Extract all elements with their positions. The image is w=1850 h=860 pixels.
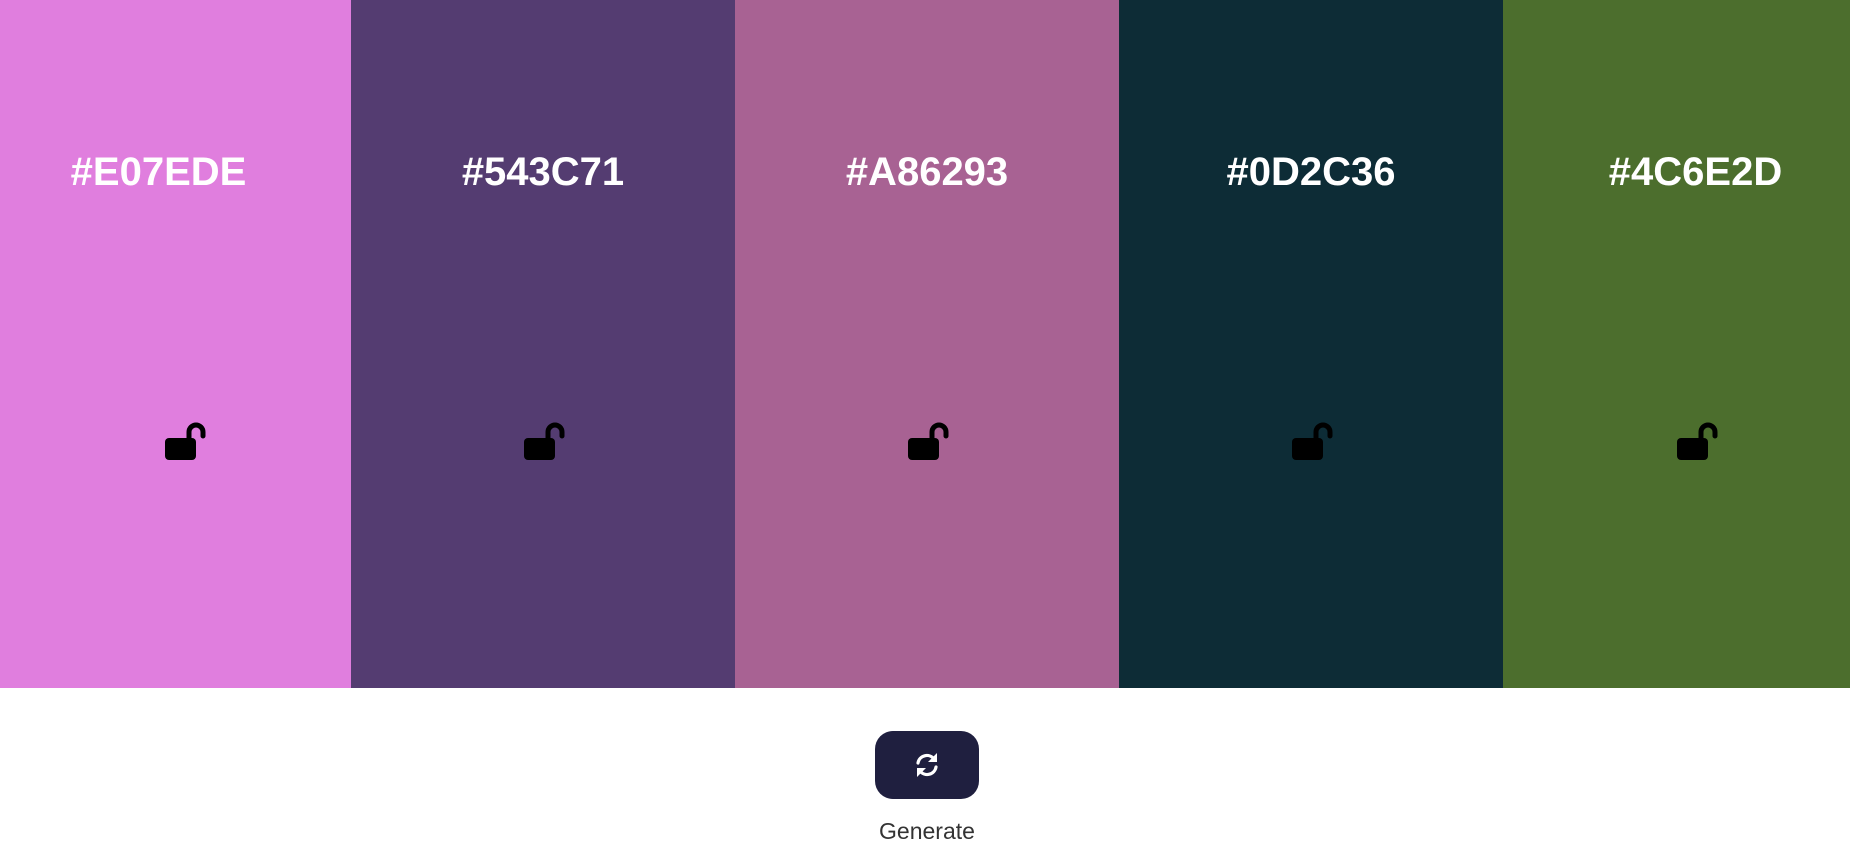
hex-code-label[interactable]: #4C6E2D: [1503, 148, 1850, 196]
hex-code-label[interactable]: #543C71: [351, 148, 735, 196]
generate-label: Generate: [879, 818, 975, 844]
hex-code-label[interactable]: #E07EDE: [0, 148, 351, 196]
lock-toggle-button[interactable]: [159, 418, 209, 468]
lock-toggle-button[interactable]: [1671, 418, 1721, 468]
color-palette: #E07EDE #543C71 #A86293 #0D2C36 #4C6E2D: [0, 0, 1850, 688]
color-swatch-3[interactable]: #A86293: [735, 0, 1119, 688]
color-swatch-5[interactable]: #4C6E2D: [1503, 0, 1850, 688]
generate-area: Generate: [0, 688, 1850, 860]
hex-code-label[interactable]: #0D2C36: [1119, 148, 1503, 196]
generate-button[interactable]: [875, 731, 979, 799]
lock-toggle-button[interactable]: [1286, 418, 1336, 468]
color-swatch-4[interactable]: #0D2C36: [1119, 0, 1503, 688]
unlocked-padlock-icon: [164, 422, 205, 460]
unlocked-padlock-icon: [1676, 422, 1717, 460]
color-swatch-2[interactable]: #543C71: [351, 0, 735, 688]
unlocked-padlock-icon: [524, 422, 565, 460]
unlocked-padlock-icon: [1292, 422, 1333, 460]
lock-toggle-button[interactable]: [902, 418, 952, 468]
hex-code-label[interactable]: #A86293: [735, 148, 1119, 196]
lock-toggle-button[interactable]: [518, 418, 568, 468]
unlocked-padlock-icon: [908, 422, 949, 460]
color-swatch-1[interactable]: #E07EDE: [0, 0, 351, 688]
refresh-icon: [916, 753, 938, 777]
